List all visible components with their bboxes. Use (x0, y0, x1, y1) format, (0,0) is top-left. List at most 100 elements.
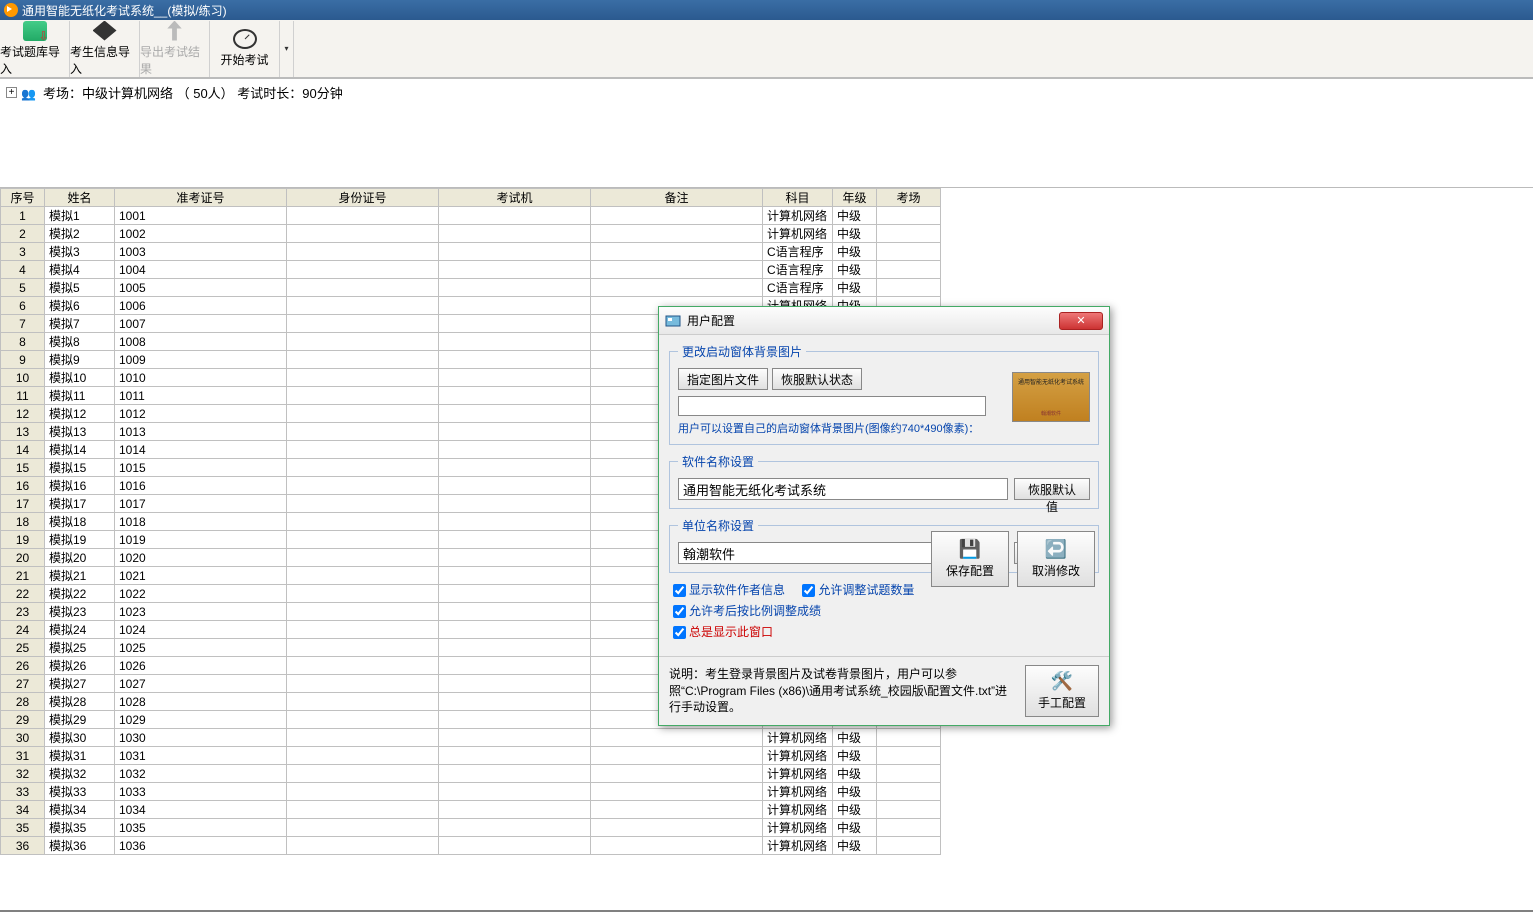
cell-machine (439, 513, 591, 531)
cell-name: 模拟7 (45, 315, 115, 333)
software-name-input[interactable] (678, 478, 1008, 500)
cell-name: 模拟8 (45, 333, 115, 351)
table-row[interactable]: 2模拟21002计算机网络中级 (1, 225, 941, 243)
cell-remark (591, 207, 763, 225)
cell-machine (439, 783, 591, 801)
cell-subject: 计算机网络 (763, 783, 833, 801)
cell-room (877, 261, 941, 279)
cell-examno: 1030 (115, 729, 287, 747)
cell-name: 模拟2 (45, 225, 115, 243)
import-bank-button[interactable]: 考试题库导入 (0, 21, 70, 77)
cell-subject: C语言程序 (763, 261, 833, 279)
table-row[interactable]: 4模拟41004C语言程序中级 (1, 261, 941, 279)
cell-name: 模拟3 (45, 243, 115, 261)
dialog-titlebar[interactable]: 用户配置 ✕ (659, 307, 1109, 335)
cell-idno (287, 369, 439, 387)
cell-machine (439, 459, 591, 477)
cell-machine (439, 765, 591, 783)
cell-name: 模拟36 (45, 837, 115, 855)
cancel-button[interactable]: ↩️ 取消修改 (1017, 531, 1095, 587)
col-subject[interactable]: 科目 (763, 189, 833, 207)
table-row[interactable]: 5模拟51005C语言程序中级 (1, 279, 941, 297)
cell-idno (287, 783, 439, 801)
table-row[interactable]: 36模拟361036计算机网络中级 (1, 837, 941, 855)
cell-grade: 中级 (833, 819, 877, 837)
save-config-button[interactable]: 💾 保存配置 (931, 531, 1009, 587)
adjust-score-checkbox[interactable]: 允许考后按比例调整成绩 (673, 602, 821, 619)
software-name-group: 软件名称设置 恢服默认值 (669, 453, 1099, 509)
image-path-input[interactable] (678, 396, 986, 416)
cell-room (877, 819, 941, 837)
cell-examno: 1026 (115, 657, 287, 675)
table-row[interactable]: 3模拟31003C语言程序中级 (1, 243, 941, 261)
cell-machine (439, 351, 591, 369)
background-group: 更改启动窗体背景图片 指定图片文件 恢服默认状态 用户可以设置自己的启动窗体背景… (669, 343, 1099, 445)
col-remark[interactable]: 备注 (591, 189, 763, 207)
cell-idno (287, 693, 439, 711)
cell-machine (439, 225, 591, 243)
show-author-checkbox[interactable]: 显示软件作者信息 (673, 581, 785, 598)
cell-subject: 计算机网络 (763, 837, 833, 855)
table-row[interactable]: 35模拟351035计算机网络中级 (1, 819, 941, 837)
table-row[interactable]: 32模拟321032计算机网络中级 (1, 765, 941, 783)
col-idno[interactable]: 身份证号 (287, 189, 439, 207)
cell-examno: 1032 (115, 765, 287, 783)
arrow-up-icon (163, 21, 187, 41)
col-examno[interactable]: 准考证号 (115, 189, 287, 207)
cell-seq: 1 (1, 207, 45, 225)
cell-name: 模拟34 (45, 801, 115, 819)
cell-room (877, 783, 941, 801)
cell-examno: 1020 (115, 549, 287, 567)
col-name[interactable]: 姓名 (45, 189, 115, 207)
cell-machine (439, 531, 591, 549)
restore-name-button[interactable]: 恢服默认值 (1014, 478, 1090, 500)
col-machine[interactable]: 考试机 (439, 189, 591, 207)
cell-idno (287, 549, 439, 567)
cell-room (877, 801, 941, 819)
import-student-button[interactable]: 考生信息导入 (70, 21, 140, 77)
tree-root-label[interactable]: 考场：中级计算机网络 （ 50人） 考试时长：90分钟 (43, 83, 343, 102)
table-row[interactable]: 34模拟341034计算机网络中级 (1, 801, 941, 819)
table-row[interactable]: 30模拟301030计算机网络中级 (1, 729, 941, 747)
cell-idno (287, 387, 439, 405)
col-grade[interactable]: 年级 (833, 189, 877, 207)
col-seq[interactable]: 序号 (1, 189, 45, 207)
table-row[interactable]: 33模拟331033计算机网络中级 (1, 783, 941, 801)
cell-seq: 5 (1, 279, 45, 297)
adjust-count-checkbox[interactable]: 允许调整试题数量 (802, 581, 914, 598)
cell-idno (287, 261, 439, 279)
dialog-close-button[interactable]: ✕ (1059, 312, 1103, 330)
cell-seq: 9 (1, 351, 45, 369)
cell-name: 模拟31 (45, 747, 115, 765)
cell-seq: 24 (1, 621, 45, 639)
table-row[interactable]: 31模拟311031计算机网络中级 (1, 747, 941, 765)
cell-examno: 1017 (115, 495, 287, 513)
choose-image-button[interactable]: 指定图片文件 (678, 368, 768, 390)
cell-room (877, 765, 941, 783)
start-exam-button[interactable]: 开始考试 (210, 21, 280, 77)
cell-remark (591, 765, 763, 783)
toolbar-dropdown[interactable]: ▾ (280, 21, 294, 77)
always-show-checkbox[interactable]: 总是显示此窗口 (673, 623, 773, 640)
table-row[interactable]: 1模拟11001计算机网络中级 (1, 207, 941, 225)
restore-state-button[interactable]: 恢服默认状态 (772, 368, 862, 390)
config-icon (665, 313, 681, 329)
cell-examno: 1007 (115, 315, 287, 333)
cell-name: 模拟30 (45, 729, 115, 747)
manual-config-button[interactable]: 🛠️ 手工配置 (1025, 665, 1099, 717)
cell-seq: 16 (1, 477, 45, 495)
background-hint: 用户可以设置自己的启动窗体背景图片(图像约740*490像素)： (678, 420, 1090, 436)
cell-subject: 计算机网络 (763, 801, 833, 819)
user-config-dialog: 用户配置 ✕ 更改启动窗体背景图片 指定图片文件 恢服默认状态 用户可以设置自己… (658, 306, 1110, 726)
cell-seq: 12 (1, 405, 45, 423)
cell-examno: 1016 (115, 477, 287, 495)
cell-name: 模拟32 (45, 765, 115, 783)
cell-remark (591, 747, 763, 765)
cell-name: 模拟27 (45, 675, 115, 693)
database-icon (23, 21, 47, 41)
cell-name: 模拟10 (45, 369, 115, 387)
col-room[interactable]: 考场 (877, 189, 941, 207)
tree-expand-icon[interactable]: + (6, 87, 17, 98)
cell-idno (287, 837, 439, 855)
cell-machine (439, 711, 591, 729)
